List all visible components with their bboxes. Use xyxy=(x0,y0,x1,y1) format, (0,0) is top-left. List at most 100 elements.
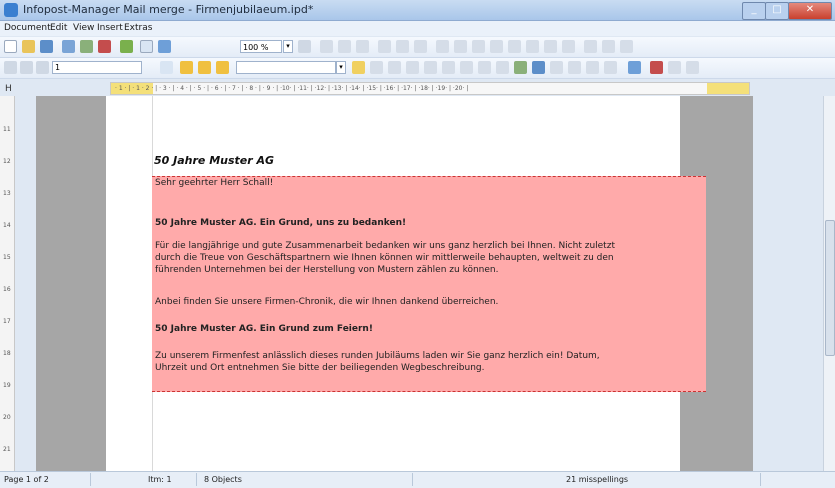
document-page[interactable]: 50 Jahre Muster AG Sehr geehrter Herr Sc… xyxy=(106,96,706,471)
section-icon[interactable] xyxy=(496,61,509,74)
status-objects: 8 Objects xyxy=(204,475,242,484)
formula-icon[interactable] xyxy=(604,61,617,74)
body-line: Für die langjährige und gute Zusammenarb… xyxy=(155,241,615,251)
minimize-button[interactable]: _ xyxy=(742,2,766,20)
document-canvas: 50 Jahre Muster AG Sehr geehrter Herr Sc… xyxy=(36,96,753,471)
status-item: Itm: 1 xyxy=(148,475,172,484)
hyperlink-icon[interactable] xyxy=(158,40,171,53)
abc-icon[interactable] xyxy=(406,61,419,74)
undo-icon[interactable] xyxy=(436,40,449,53)
merge-print-icon[interactable] xyxy=(216,61,229,74)
line-spacing-icon[interactable] xyxy=(388,61,401,74)
copy-icon[interactable] xyxy=(396,40,409,53)
frame-icon[interactable] xyxy=(356,40,369,53)
zoom-dropdown-icon[interactable]: ▾ xyxy=(283,40,293,53)
fit-page-icon[interactable] xyxy=(298,40,311,53)
textbox-icon[interactable] xyxy=(550,61,563,74)
text-frame-icon[interactable] xyxy=(352,61,365,74)
next-record-icon[interactable] xyxy=(36,61,49,74)
page-break-icon[interactable] xyxy=(478,61,491,74)
paragraph-icon[interactable] xyxy=(460,61,473,74)
print-icon[interactable] xyxy=(62,40,75,53)
vruler-tick: 17 xyxy=(3,318,11,325)
vruler-tick: 14 xyxy=(3,222,11,229)
spellcheck-icon[interactable] xyxy=(120,40,133,53)
merge-preview-icon[interactable] xyxy=(198,61,211,74)
find-icon[interactable] xyxy=(140,40,153,53)
salutation-line: Sehr geehrter Herr Schall! xyxy=(155,178,274,188)
vruler-tick: 11 xyxy=(3,126,11,133)
subheading-celebrate: 50 Jahre Muster AG. Ein Grund zum Feiern… xyxy=(155,324,373,334)
style-field[interactable] xyxy=(236,61,336,74)
menu-bar: Document Edit View Insert Extras xyxy=(0,21,835,36)
maximize-button[interactable]: □ xyxy=(765,2,789,20)
redo-icon[interactable] xyxy=(454,40,467,53)
window-title: Infopost-Manager Mail merge - Firmenjubi… xyxy=(23,3,314,16)
info-icon[interactable] xyxy=(686,61,699,74)
align-right-icon[interactable] xyxy=(508,40,521,53)
help-icon[interactable] xyxy=(668,61,681,74)
save-icon[interactable] xyxy=(40,40,53,53)
cut-icon[interactable] xyxy=(378,40,391,53)
menu-document[interactable]: Document xyxy=(4,23,51,33)
title-bar: Infopost-Manager Mail merge - Firmenjubi… xyxy=(0,0,835,21)
delete-icon[interactable] xyxy=(650,61,663,74)
numbering-icon[interactable] xyxy=(544,40,557,53)
image-icon[interactable] xyxy=(532,61,545,74)
style-dropdown-icon[interactable]: ▾ xyxy=(336,61,346,74)
body-line: führenden Unternehmen bei der Herstellun… xyxy=(155,265,499,275)
menu-insert[interactable]: Insert xyxy=(97,23,123,33)
vruler-tick: 12 xyxy=(3,158,11,165)
ruler-scale: · 1 · | · 1 · 2 · | · 3 · | · 4 · | · 5 … xyxy=(115,85,469,92)
first-record-icon[interactable] xyxy=(4,61,17,74)
format-brush-icon[interactable] xyxy=(424,61,437,74)
standard-toolbar: 100 % ▾ xyxy=(0,37,835,58)
align-center-icon[interactable] xyxy=(490,40,503,53)
calendar-icon[interactable] xyxy=(568,61,581,74)
record-index-field[interactable]: 1 xyxy=(52,61,142,74)
barcode-icon[interactable] xyxy=(586,61,599,74)
previous-record-icon[interactable] xyxy=(20,61,33,74)
columns-icon[interactable] xyxy=(584,40,597,53)
close-button[interactable]: ✕ xyxy=(788,2,832,20)
export-pdf-icon[interactable] xyxy=(98,40,111,53)
zoom-field[interactable]: 100 % xyxy=(240,40,282,53)
scrollbar-thumb[interactable] xyxy=(825,220,835,356)
horizontal-ruler[interactable]: · 1 · | · 1 · 2 · | · 3 · | · 4 · | · 5 … xyxy=(110,82,750,95)
mailmerge-text-frame[interactable]: Sehr geehrter Herr Schall! 50 Jahre Must… xyxy=(152,176,706,392)
new-document-icon[interactable] xyxy=(4,40,17,53)
table-icon[interactable] xyxy=(320,40,333,53)
status-misspellings: 21 misspellings xyxy=(566,475,629,484)
vertical-scrollbar[interactable] xyxy=(823,96,835,471)
paste-icon[interactable] xyxy=(414,40,427,53)
print-preview-icon[interactable] xyxy=(80,40,93,53)
status-divider xyxy=(412,473,413,486)
shading-icon[interactable] xyxy=(620,40,633,53)
draw-icon[interactable] xyxy=(338,40,351,53)
binoculars-icon[interactable] xyxy=(160,61,173,74)
menu-view[interactable]: View xyxy=(73,23,94,33)
merge-field-icon[interactable] xyxy=(180,61,193,74)
borders-icon[interactable] xyxy=(602,40,615,53)
vruler-tick: 18 xyxy=(3,350,11,357)
ruler-unit-label: H xyxy=(5,84,12,94)
indent-icon[interactable] xyxy=(562,40,575,53)
status-divider xyxy=(90,473,91,486)
menu-extras[interactable]: Extras xyxy=(124,23,152,33)
open-folder-icon[interactable] xyxy=(22,40,35,53)
fill-color-icon[interactable] xyxy=(628,61,641,74)
document-heading[interactable]: 50 Jahre Muster AG xyxy=(154,154,274,167)
menu-edit[interactable]: Edit xyxy=(50,23,67,33)
tab-stop-icon[interactable] xyxy=(370,61,383,74)
status-divider xyxy=(760,473,761,486)
body-line: Anbei finden Sie unsere Firmen-Chronik, … xyxy=(155,297,499,307)
align-left-icon[interactable] xyxy=(472,40,485,53)
status-page: Page 1 of 2 xyxy=(4,475,49,484)
chart-icon[interactable] xyxy=(514,61,527,74)
subheading-thanks: 50 Jahre Muster AG. Ein Grund, uns zu be… xyxy=(155,218,407,228)
status-divider xyxy=(196,473,197,486)
insert-symbol-icon[interactable] xyxy=(442,61,455,74)
vruler-tick: 19 xyxy=(3,382,11,389)
vertical-ruler[interactable]: 11 12 13 14 15 16 17 18 19 20 21 xyxy=(0,96,15,471)
bullets-icon[interactable] xyxy=(526,40,539,53)
